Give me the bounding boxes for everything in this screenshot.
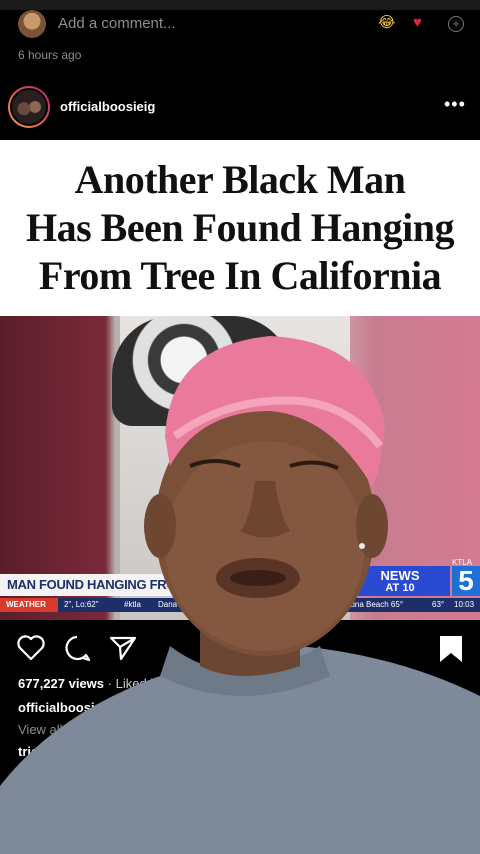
channel-number: 5 bbox=[452, 566, 480, 596]
caption-text: S bbox=[113, 700, 126, 715]
news-at-10-box: NEWS AT 10 bbox=[350, 566, 450, 596]
news-time: AT 10 bbox=[385, 582, 415, 594]
post-header: officialboosieig ••• bbox=[0, 82, 480, 134]
comment-icon[interactable] bbox=[62, 634, 92, 662]
status-strip bbox=[0, 0, 480, 10]
bandana-cap bbox=[112, 316, 292, 426]
chyron-headline: MAN FOUND HANGING FRO bbox=[0, 574, 350, 596]
news-title: NEWS bbox=[380, 568, 420, 583]
news-video-frame[interactable]: MAN FOUND HANGING FRO NEWS AT 10 KTLA 5 … bbox=[0, 316, 480, 620]
caption-username[interactable]: officialboosieig bbox=[18, 700, 113, 715]
heart-emoji-icon[interactable]: ♥ bbox=[413, 15, 422, 31]
laguna-text: guna Beach 65° bbox=[346, 600, 404, 609]
share-icon[interactable] bbox=[108, 634, 138, 662]
action-bar bbox=[0, 628, 480, 668]
comment-bar: Add a comment... 😂 ♥ + bbox=[0, 10, 480, 40]
user-avatar bbox=[18, 10, 46, 38]
plus-circle-icon[interactable]: + bbox=[448, 16, 464, 32]
headline-card: Another Black Man Has Been Found Hanging… bbox=[0, 140, 480, 316]
weather-label: WEATHER bbox=[0, 598, 58, 612]
laugh-emoji-icon[interactable]: 😂 bbox=[378, 15, 396, 31]
post-username[interactable]: officialboosieig bbox=[60, 99, 155, 114]
liked-by-text: · Liked b bbox=[107, 676, 158, 691]
heart-icon[interactable] bbox=[16, 634, 46, 662]
news-chyron: MAN FOUND HANGING FRO NEWS AT 10 KTLA 5 … bbox=[0, 558, 480, 620]
chyron-ticker: WEATHER 2", Lo:62" #ktla Dana P guna Bea… bbox=[0, 598, 480, 612]
comment-fragment-1: tric bbox=[18, 744, 39, 759]
headline-line-2: Has Been Found Hanging bbox=[25, 205, 455, 250]
comment-fragment-2: to bbox=[18, 762, 31, 777]
view-all-comments-link[interactable]: View all bbox=[18, 722, 63, 737]
post-timestamp: 6 hours ago bbox=[18, 48, 82, 62]
bookmark-icon[interactable] bbox=[438, 634, 464, 664]
post-avatar[interactable] bbox=[8, 86, 50, 128]
headline-line-1: Another Black Man bbox=[74, 157, 406, 202]
views-text: 677,227 views bbox=[18, 676, 105, 691]
location-text: Dana P bbox=[158, 600, 185, 609]
temp-text: 63° bbox=[432, 600, 445, 609]
weather-temps: 2", Lo:62" bbox=[64, 600, 99, 609]
clock-text: 10:03 bbox=[454, 600, 475, 609]
caption: officialboosieig S bbox=[18, 700, 126, 715]
add-comment-input[interactable]: Add a comment... bbox=[58, 15, 176, 32]
more-options-icon[interactable]: ••• bbox=[444, 94, 466, 115]
hashtag: #ktla bbox=[124, 600, 141, 609]
headline-line-3: From Tree In California bbox=[38, 253, 442, 298]
view-count[interactable]: 677,227 views · Liked b bbox=[18, 676, 158, 691]
headline-text: Another Black Man Has Been Found Hanging… bbox=[25, 156, 455, 300]
